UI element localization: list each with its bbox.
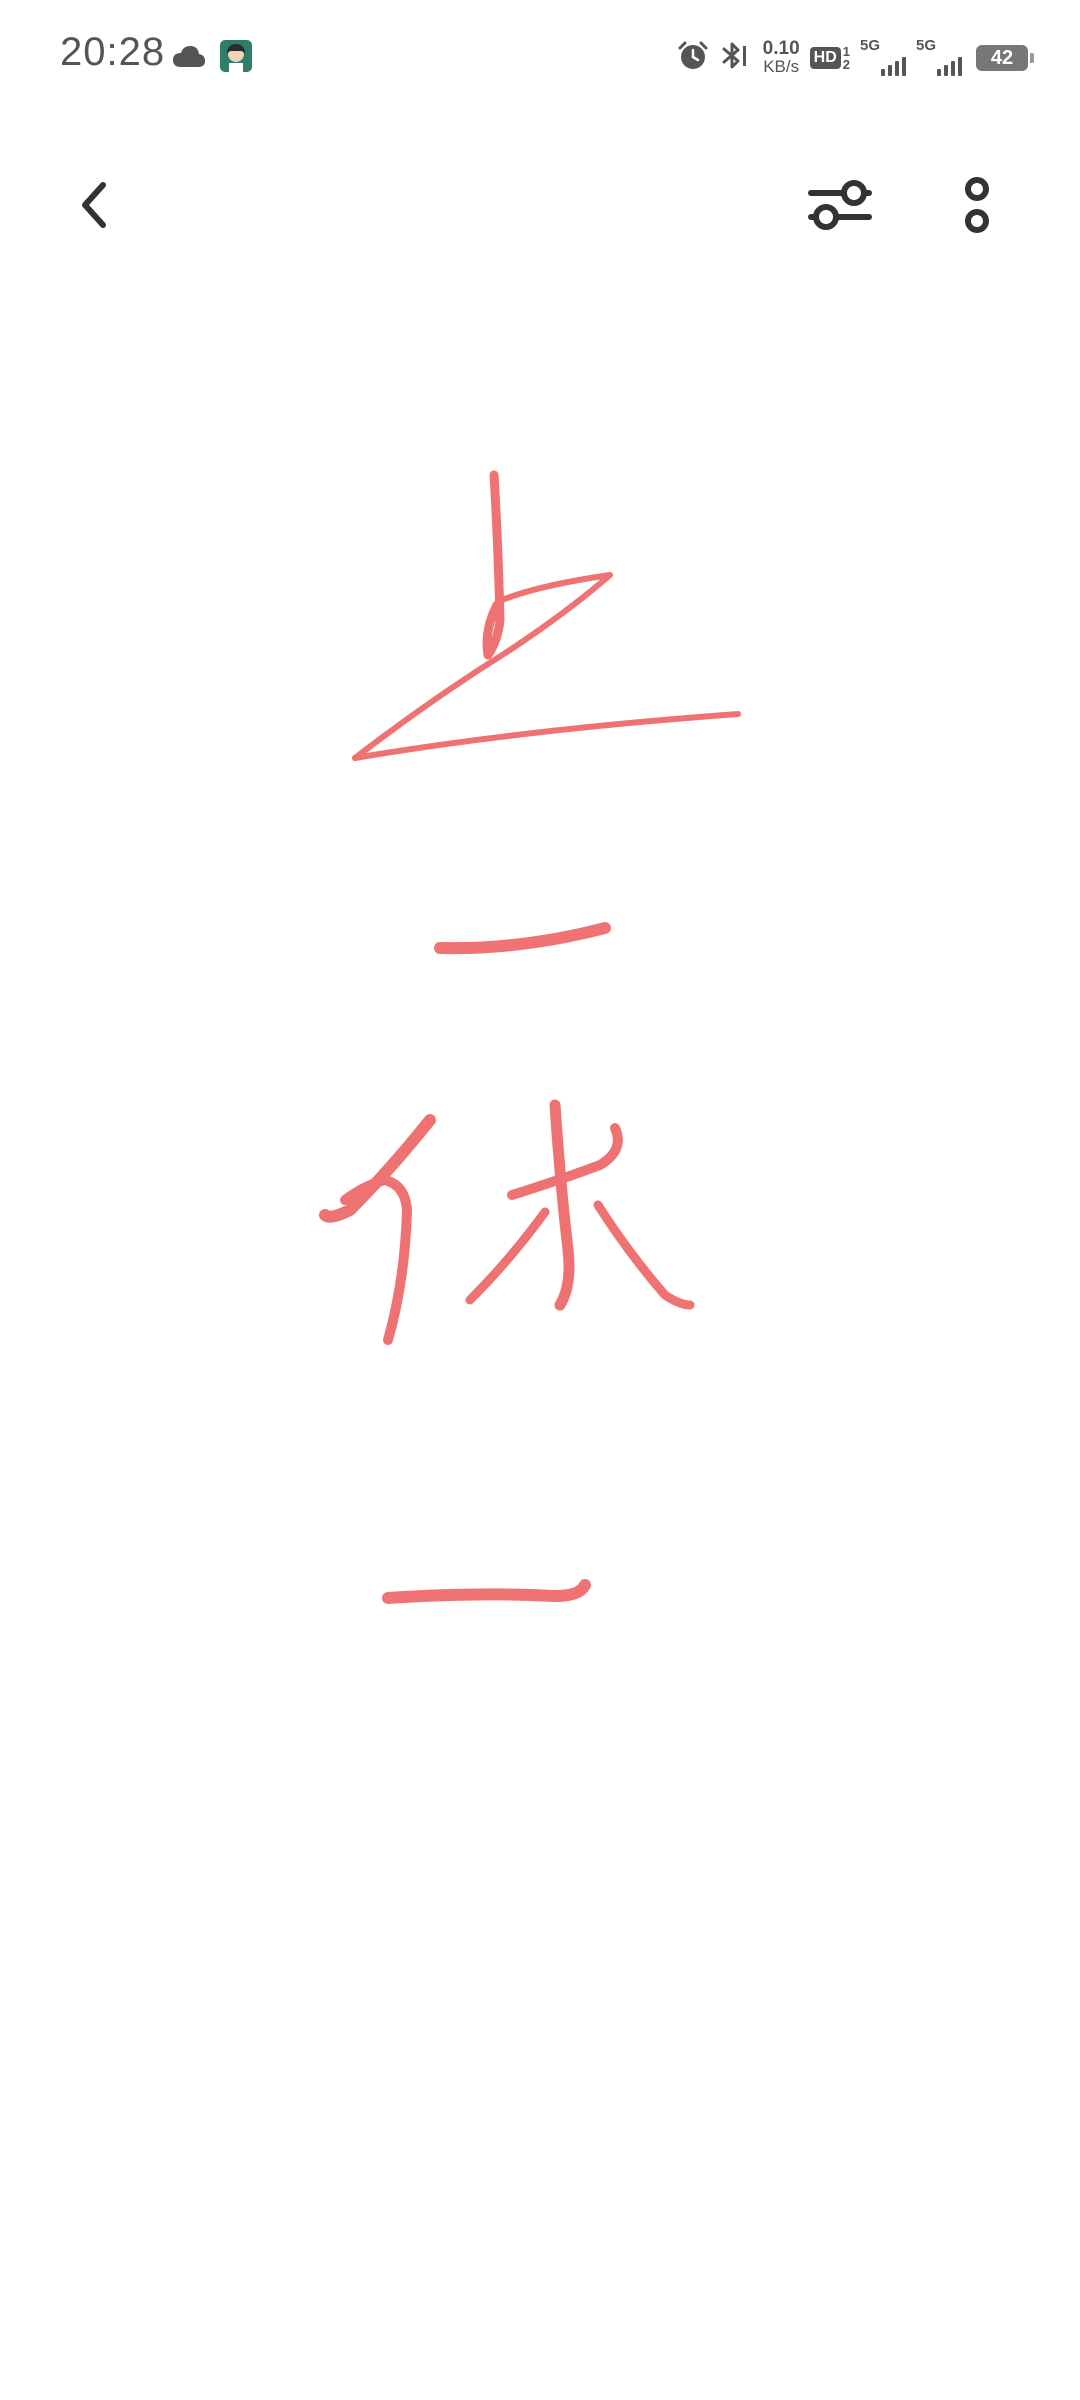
more-vertical-icon <box>965 177 989 233</box>
adjust-settings-button[interactable] <box>795 160 885 250</box>
ink-layer <box>319 470 741 1604</box>
handwritten-character-2 <box>319 1099 695 1345</box>
status-time: 20:28 <box>60 30 166 74</box>
adjust-sliders-icon <box>808 180 872 230</box>
app-avatar-icon <box>220 39 252 77</box>
cloud-icon <box>172 43 206 74</box>
status-system-icons: 0.10 KB/s HD 1 2 5G 5G 42 <box>677 30 1034 86</box>
alarm-icon <box>677 40 709 77</box>
back-arrow-icon <box>82 182 106 228</box>
sim1-signal: 5G <box>860 38 906 78</box>
status-notification-icons <box>172 36 252 80</box>
handwritten-dash-1 <box>434 922 611 955</box>
handwriting-note-screen: 20:28 0.10 KB/s HD 1 2 5G 5G 42 <box>0 0 1080 2400</box>
top-toolbar <box>0 150 1080 260</box>
handwritten-character-1 <box>352 470 741 761</box>
sim2-signal: 5G <box>916 38 962 78</box>
network-speed-unit: KB/s <box>763 57 800 76</box>
battery-indicator: 42 <box>976 45 1034 71</box>
network-speed: 0.10 KB/s <box>762 38 800 76</box>
handwriting-canvas[interactable] <box>0 270 1080 2400</box>
handwritten-dash-2 <box>382 1579 591 1604</box>
network-speed-value: 0.10 <box>762 38 800 59</box>
hd-voice-badge: HD 1 2 <box>809 45 850 71</box>
hd-label: HD <box>809 47 841 69</box>
bluetooth-icon <box>719 39 753 78</box>
sim1-network-type: 5G <box>860 37 881 54</box>
sim2-network-type: 5G <box>916 37 937 54</box>
back-button[interactable] <box>48 160 138 250</box>
sim2-signal-bars-icon <box>937 57 962 76</box>
hd-bottom-index: 2 <box>842 57 850 72</box>
sim1-signal-bars-icon <box>881 57 906 76</box>
more-options-button[interactable] <box>932 160 1022 250</box>
hd-sim-indices: 1 2 <box>843 45 850 71</box>
status-bar: 20:28 0.10 KB/s HD 1 2 5G 5G 42 <box>0 0 1080 110</box>
